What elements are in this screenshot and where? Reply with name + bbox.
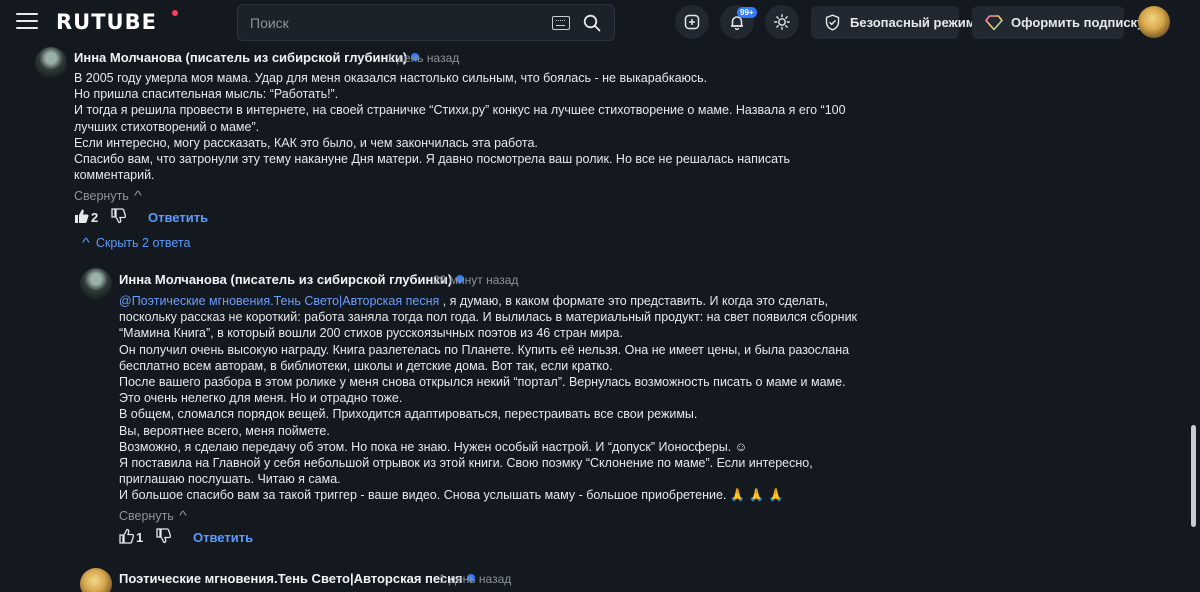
like-count: 1: [136, 530, 144, 545]
comment-text: @Поэтические мгновения.Тень Свето|Авторс…: [119, 294, 858, 503]
thumbs-up-icon[interactable]: [119, 528, 134, 544]
theme-toggle[interactable]: [765, 5, 799, 39]
comment-author[interactable]: Поэтические мгновения.Тень Свето|Авторск…: [119, 571, 475, 586]
sun-icon: [774, 14, 790, 30]
menu-icon[interactable]: [16, 13, 38, 31]
commenter-avatar[interactable]: [35, 47, 67, 79]
notifications-badge: 99+: [737, 7, 757, 18]
commenter-avatar[interactable]: [80, 268, 112, 300]
user-avatar[interactable]: [1138, 6, 1170, 38]
safe-mode-button[interactable]: Безопасный режим: [811, 6, 975, 39]
comment-actions: 1 Ответить: [119, 528, 269, 548]
reply-button[interactable]: Ответить: [193, 530, 253, 545]
collapse-button[interactable]: Свернуть ^: [74, 189, 142, 203]
reply-button[interactable]: Ответить: [148, 210, 208, 225]
thumbs-up-icon[interactable]: [74, 208, 89, 224]
rutube-logo[interactable]: RUTUBE: [56, 10, 157, 34]
commenter-avatar[interactable]: [80, 568, 112, 592]
collapse-button[interactable]: Свернуть ^: [119, 509, 187, 523]
search-bar: [237, 4, 615, 41]
comment-author[interactable]: Инна Молчанова (писатель из сибирской гл…: [74, 50, 420, 65]
chevron-up-icon: ^: [133, 189, 142, 203]
upload-button[interactable]: [675, 5, 709, 39]
subscribe-button[interactable]: Оформить подписку: [972, 6, 1144, 39]
mention-link[interactable]: @Поэтические мгновения.Тень Свето|Авторс…: [119, 294, 439, 308]
plus-square-icon: [684, 14, 700, 30]
comment-text: В 2005 году умерла моя мама. Удар для ме…: [74, 71, 846, 183]
comment-time: 1 день назад: [387, 51, 460, 65]
like-count: 2: [91, 210, 99, 225]
notifications-button[interactable]: 99+: [720, 5, 757, 39]
safe-mode-label: Безопасный режим: [850, 15, 976, 30]
comment-time: 1 день назад: [439, 572, 512, 586]
subscribe-label: Оформить подписку: [1011, 15, 1145, 30]
keyboard-icon[interactable]: [552, 16, 570, 30]
comment-time: 29 минут назад: [433, 273, 519, 287]
thumbs-down-icon[interactable]: [156, 528, 171, 544]
diamond-icon: [985, 15, 1003, 31]
logo-dot: [172, 10, 178, 16]
top-header: RUTUBE 99+: [0, 0, 1200, 44]
search-input[interactable]: [250, 13, 530, 33]
thumbs-down-icon[interactable]: [111, 208, 126, 224]
shield-check-icon: [825, 14, 840, 31]
comment-actions: 2 Ответить: [74, 208, 224, 228]
search-icon[interactable]: [583, 14, 601, 32]
chevron-up-icon: ^: [82, 236, 90, 250]
hide-replies-button[interactable]: ^ Скрыть 2 ответа: [82, 236, 190, 250]
comment-author[interactable]: Инна Молчанова (писатель из сибирской гл…: [119, 272, 465, 287]
chevron-up-icon: ^: [178, 509, 187, 523]
scrollbar-thumb[interactable]: [1191, 425, 1196, 527]
